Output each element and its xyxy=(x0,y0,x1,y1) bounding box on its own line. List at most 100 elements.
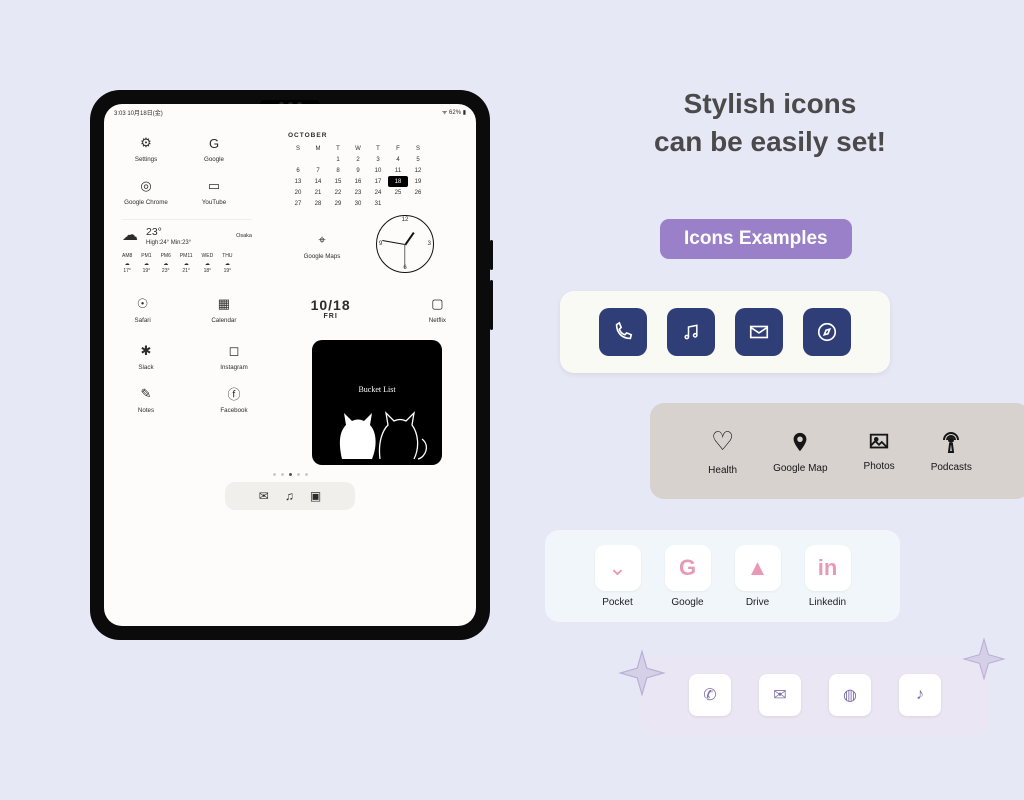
instagram-icon: ◻ xyxy=(229,343,240,359)
cats-illustration xyxy=(322,401,432,461)
calendar-icon: ▦ xyxy=(218,296,230,312)
app-settings[interactable]: ⚙ Settings xyxy=(122,132,170,163)
google-icon: G xyxy=(209,136,219,151)
app-label: Notes xyxy=(138,407,154,414)
app-netflix[interactable]: ▢ Netflix xyxy=(417,293,458,324)
app-google[interactable]: G Google xyxy=(190,132,238,163)
bucketlist-widget[interactable]: Bucket List xyxy=(312,340,442,465)
date-value: 10/18 xyxy=(301,297,361,313)
app-label: Instagram xyxy=(220,364,248,371)
notes-icon: ✎ xyxy=(141,386,152,402)
mail-icon[interactable] xyxy=(735,308,783,356)
phone-icon[interactable]: ✆ xyxy=(689,674,731,716)
headline-line-2: can be easily set! xyxy=(560,123,980,161)
app-label: Podcasts xyxy=(931,462,972,473)
app-maps[interactable]: ⌖ Google Maps xyxy=(298,229,346,260)
slack-icon: ✱ xyxy=(141,343,152,359)
weather-hourly: AM8☁17°PM1☁19°PM6☁23°PM11☁21°WED☁18°THU☁… xyxy=(122,253,252,275)
app-safari[interactable]: ☉ Safari xyxy=(122,293,163,324)
phone-icon[interactable] xyxy=(599,308,647,356)
mail-icon[interactable]: ✉ xyxy=(259,489,269,503)
weather-widget[interactable]: ☁ 23° High:24° Min:23° Osaka AM8☁17°PM1☁… xyxy=(122,219,252,275)
example-row-lavender: ✆ ✉ ◍ ♪ xyxy=(640,655,990,735)
pin-icon xyxy=(789,429,811,455)
ipad-screen: 3:03 10月18日(金) ᯤ 62% ▮ ⚙ Settings ◎ Goog… xyxy=(104,104,476,626)
app-facebook[interactable]: ⓕ Facebook xyxy=(210,383,258,414)
bucket-title: Bucket List xyxy=(358,385,395,394)
compass-icon[interactable] xyxy=(803,308,851,356)
calendar-widget[interactable]: OCTOBER SMTWTFS1234567891011121314151617… xyxy=(288,132,428,209)
app-chrome[interactable]: ◎ Google Chrome xyxy=(122,175,170,206)
app-label: Google Maps xyxy=(304,253,341,260)
ipad-device: 3:03 10月18日(金) ᯤ 62% ▮ ⚙ Settings ◎ Goog… xyxy=(90,90,490,640)
pocket-app[interactable]: ⌄ Pocket xyxy=(595,545,641,608)
podcasts-app[interactable]: Podcasts xyxy=(931,430,972,473)
pin-icon: ⌖ xyxy=(318,232,325,248)
app-label: Google xyxy=(204,156,224,163)
app-label: Health xyxy=(708,465,737,476)
app-label: Photos xyxy=(864,461,895,472)
dock: ✉ ♫ ▣ xyxy=(225,482,355,510)
app-label: Pocket xyxy=(602,597,633,608)
music-icon[interactable]: ♫ xyxy=(285,489,294,503)
status-bar: 3:03 10月18日(金) ᯤ 62% ▮ xyxy=(104,104,476,121)
linkedin-icon: in xyxy=(818,555,838,581)
linkedin-app[interactable]: in Linkedin xyxy=(805,545,851,608)
app-slack[interactable]: ✱ Slack xyxy=(122,340,170,371)
drive-icon: ▲ xyxy=(747,555,769,581)
date-day: FRI xyxy=(301,313,361,320)
home-screen: ⚙ Settings ◎ Google Chrome G Google ▭ xyxy=(104,126,476,626)
example-row-grey: ♡ Health Google Map Photos Podcasts xyxy=(650,403,1024,499)
music-icon[interactable] xyxy=(667,308,715,356)
app-label: Safari xyxy=(135,317,151,324)
app-label: YouTube xyxy=(202,199,226,206)
photos-app[interactable]: Photos xyxy=(864,431,895,472)
example-row-pastel: ⌄ Pocket G Google ▲ Drive in Linkedin xyxy=(545,530,900,622)
weather-cloud-icon: ☁ xyxy=(122,226,138,247)
googlemap-app[interactable]: Google Map xyxy=(773,429,827,474)
heart-icon: ♡ xyxy=(711,426,734,457)
app-label: Netflix xyxy=(429,317,446,324)
icons-examples-badge: Icons Examples xyxy=(660,219,852,259)
google-app[interactable]: G Google xyxy=(665,545,711,608)
pocket-icon: ⌄ xyxy=(608,555,626,581)
app-label: Google xyxy=(671,597,703,608)
facebook-icon: ⓕ xyxy=(227,384,240,403)
photos-icon[interactable]: ▣ xyxy=(310,489,321,503)
volume-up-button[interactable] xyxy=(490,240,493,270)
app-label: Linkedin xyxy=(809,597,846,608)
sparkle-icon xyxy=(618,649,666,697)
tv-icon: ▢ xyxy=(431,296,443,312)
weather-hilo: High:24° Min:23° xyxy=(146,240,191,248)
volume-down-button[interactable] xyxy=(490,280,493,330)
google-icon: G xyxy=(679,555,696,581)
health-app[interactable]: ♡ Health xyxy=(708,426,737,476)
drive-app[interactable]: ▲ Drive xyxy=(735,545,781,608)
app-calendar[interactable]: ▦ Calendar xyxy=(203,293,244,324)
app-label: Facebook xyxy=(220,407,247,414)
app-label: Google Map xyxy=(773,463,827,474)
page-dots[interactable] xyxy=(122,473,458,476)
image-icon xyxy=(866,431,892,453)
youtube-icon: ▭ xyxy=(208,178,220,194)
music-icon[interactable]: ♪ xyxy=(899,674,941,716)
weather-city: Osaka xyxy=(236,233,252,240)
globe-icon[interactable]: ◍ xyxy=(829,674,871,716)
app-instagram[interactable]: ◻ Instagram xyxy=(210,340,258,371)
app-youtube[interactable]: ▭ YouTube xyxy=(190,175,238,206)
app-label: Google Chrome xyxy=(124,199,168,206)
podcast-icon xyxy=(939,430,963,454)
app-notes[interactable]: ✎ Notes xyxy=(122,383,170,414)
date-widget[interactable]: 10/18 FRI xyxy=(301,297,361,320)
mail-icon[interactable]: ✉ xyxy=(759,674,801,716)
example-row-navy xyxy=(560,291,890,373)
app-label: Slack xyxy=(138,364,153,371)
clock-widget[interactable]: 12 6 9 3 xyxy=(376,215,434,273)
statusbar-time: 3:03 10月18日(金) xyxy=(114,108,163,117)
calendar-month: OCTOBER xyxy=(288,132,428,139)
gear-icon: ⚙ xyxy=(140,135,152,151)
statusbar-battery: ᯤ 62% ▮ xyxy=(442,108,466,117)
headline: Stylish icons can be easily set! xyxy=(560,85,980,161)
app-label: Settings xyxy=(135,156,157,163)
weather-temp: 23° xyxy=(146,226,191,240)
